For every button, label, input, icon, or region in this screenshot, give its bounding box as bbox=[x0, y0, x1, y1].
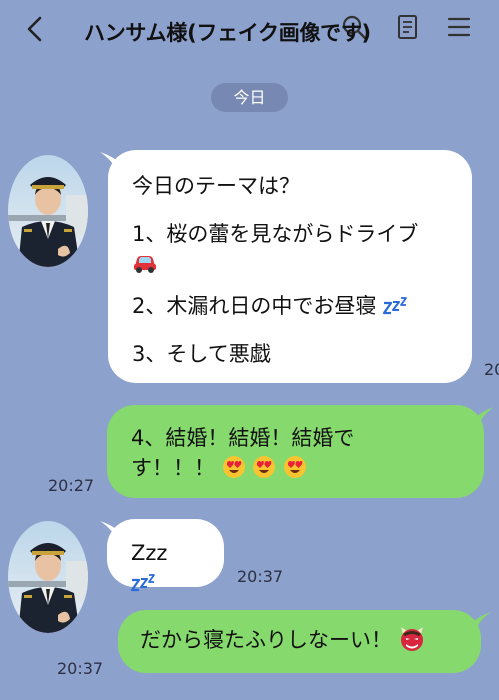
message-bubble-outgoing[interactable]: だから寝たふりしなーい！ bbox=[118, 610, 481, 673]
heart-eyes-emoji-icon bbox=[253, 456, 276, 478]
pilot-photo bbox=[8, 521, 88, 633]
message-timestamp: 20:37 bbox=[57, 659, 104, 678]
message-text: だから寝たふりしなーい！ bbox=[140, 628, 392, 652]
message-text: 3、そして悪戯 bbox=[132, 342, 271, 366]
hamburger-menu-icon bbox=[447, 17, 471, 37]
message-text: 4、結婚！結婚！結婚で bbox=[131, 426, 355, 450]
heart-eyes-emoji-icon bbox=[222, 456, 245, 478]
zzz-sleep-emoji-icon bbox=[131, 574, 155, 592]
message-text: Zzz bbox=[131, 541, 168, 565]
note-icon bbox=[398, 15, 417, 39]
note-button[interactable] bbox=[392, 12, 422, 42]
message-text: 1、桜の蕾を見ながらドライブ bbox=[132, 222, 419, 246]
red-car-emoji-icon bbox=[134, 256, 156, 273]
back-button[interactable] bbox=[22, 14, 48, 44]
message-timestamp: 20:27 bbox=[48, 476, 95, 495]
pilot-photo bbox=[8, 155, 88, 267]
zzz-sleep-emoji-icon bbox=[383, 297, 407, 315]
message-bubble-incoming[interactable]: Zzz bbox=[107, 519, 224, 592]
menu-button[interactable] bbox=[444, 12, 474, 42]
message-timestamp: 20 bbox=[484, 360, 499, 379]
message-text: 2、木漏れ日の中でお昼寝 bbox=[132, 294, 377, 318]
message-bubble-incoming[interactable]: 今日のテーマは？ 1、桜の蕾を見ながらドライブ 2、木漏れ日の中でお昼寝 3、そ… bbox=[108, 150, 472, 383]
oni-mask-emoji-icon bbox=[400, 627, 423, 651]
date-divider: 今日 bbox=[211, 83, 288, 112]
avatar[interactable] bbox=[8, 155, 88, 267]
chevron-left-icon bbox=[27, 16, 42, 42]
chat-header: ハンサム様(フェイク画像です) bbox=[0, 0, 499, 62]
message-text: 今日のテーマは？ bbox=[132, 174, 300, 198]
message-bubble-outgoing[interactable]: 4、結婚！結婚！結婚で す！！！ bbox=[107, 405, 484, 498]
heart-eyes-emoji-icon bbox=[284, 456, 307, 478]
chat-title: ハンサム様(フェイク画像です) bbox=[84, 21, 371, 45]
avatar[interactable] bbox=[8, 521, 88, 633]
message-text: す！！！ bbox=[131, 456, 215, 480]
message-timestamp: 20:37 bbox=[237, 567, 284, 586]
